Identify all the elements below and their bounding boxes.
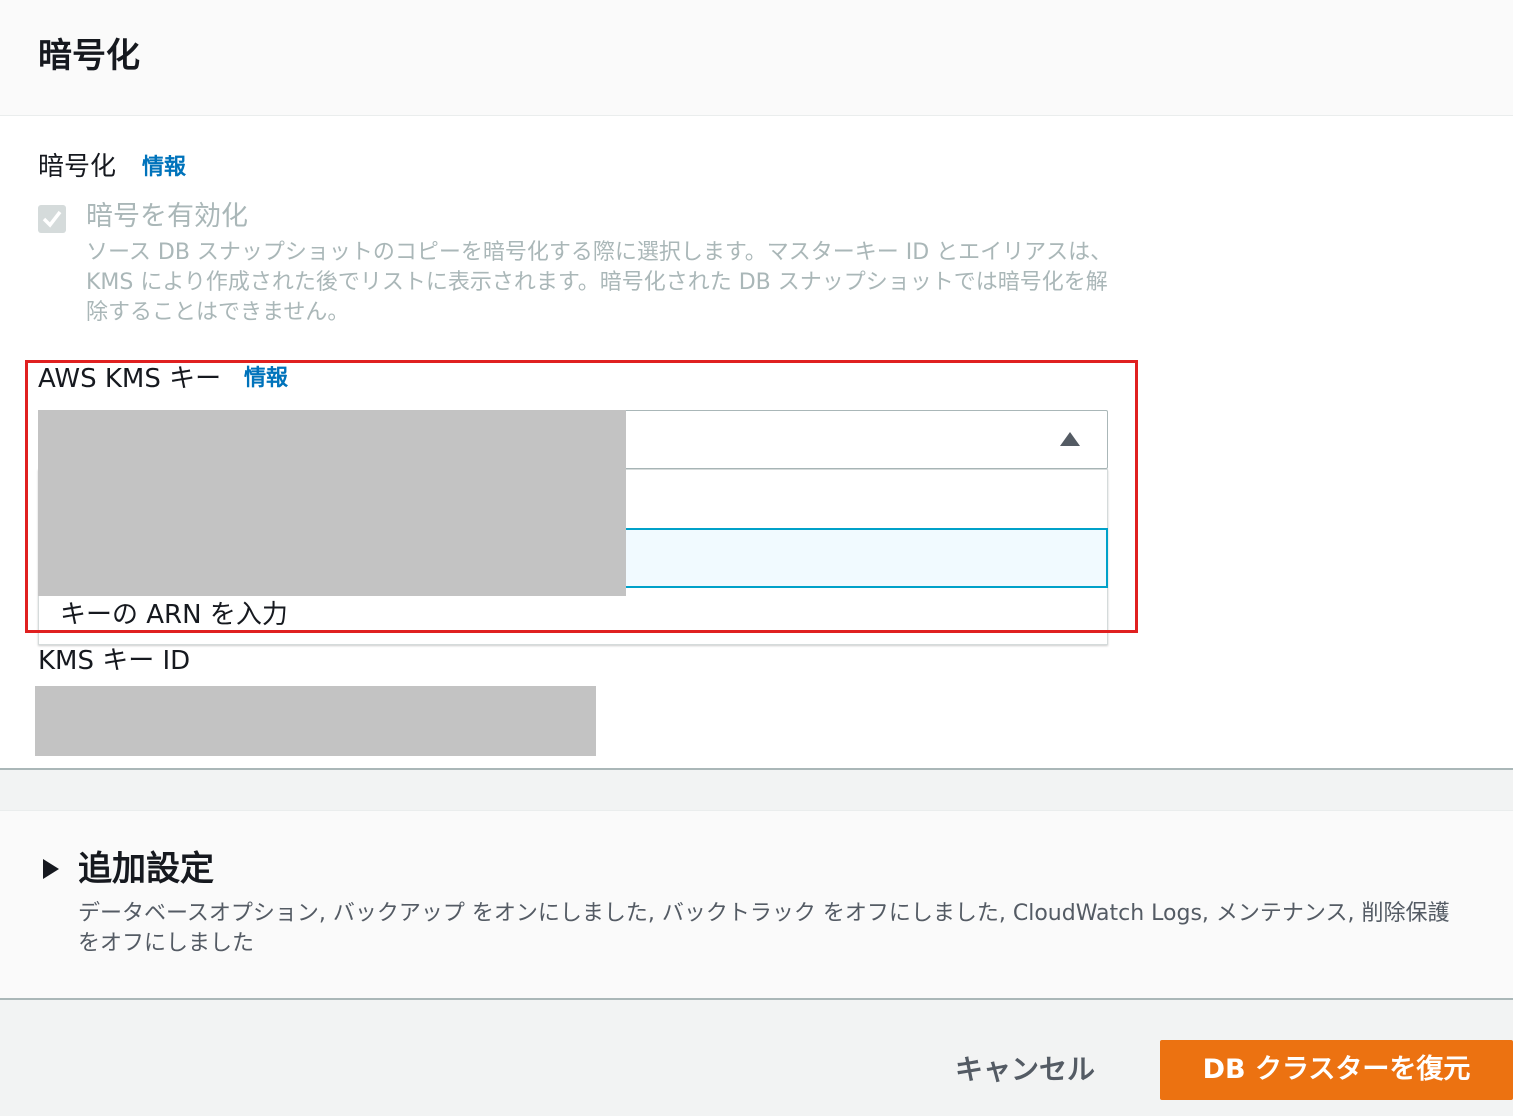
kms-key-id-label: KMS キー ID <box>38 646 191 676</box>
encryption-field-label: 暗号化 <box>38 152 117 182</box>
kms-key-info-link[interactable]: 情報 <box>244 362 288 396</box>
checkmark-icon <box>42 210 62 228</box>
panel-header: 暗号化 <box>0 0 1513 116</box>
enable-encryption-label: 暗号を有効化 <box>86 201 248 232</box>
redacted-region <box>38 410 626 596</box>
caret-up-icon <box>1060 432 1080 446</box>
additional-settings-description: データベースオプション, バックアップ をオンにしました, バックトラック をオ… <box>78 901 1450 956</box>
expand-triangle-icon[interactable] <box>42 858 60 880</box>
dropdown-option-enter-arn[interactable]: キーの ARN を入力 <box>60 598 288 632</box>
additional-settings-title[interactable]: 追加設定 <box>78 846 214 892</box>
encryption-info-link[interactable]: 情報 <box>142 151 186 185</box>
cancel-button[interactable]: キャンセル <box>940 1040 1110 1100</box>
encryption-panel: 暗号化 暗号化 情報 暗号を有効化 ソース DB スナップショットのコピーを暗号… <box>0 0 1513 770</box>
enable-encryption-description: ソース DB スナップショットのコピーを暗号化する際に選択します。マスターキー … <box>86 240 1113 325</box>
enable-encryption-checkbox[interactable] <box>38 205 66 233</box>
kms-key-id-value-redacted <box>35 686 596 756</box>
restore-db-cluster-button[interactable]: DB クラスターを復元 <box>1160 1040 1513 1100</box>
panel-title: 暗号化 <box>38 36 140 76</box>
kms-key-label: AWS KMS キー <box>38 364 222 394</box>
